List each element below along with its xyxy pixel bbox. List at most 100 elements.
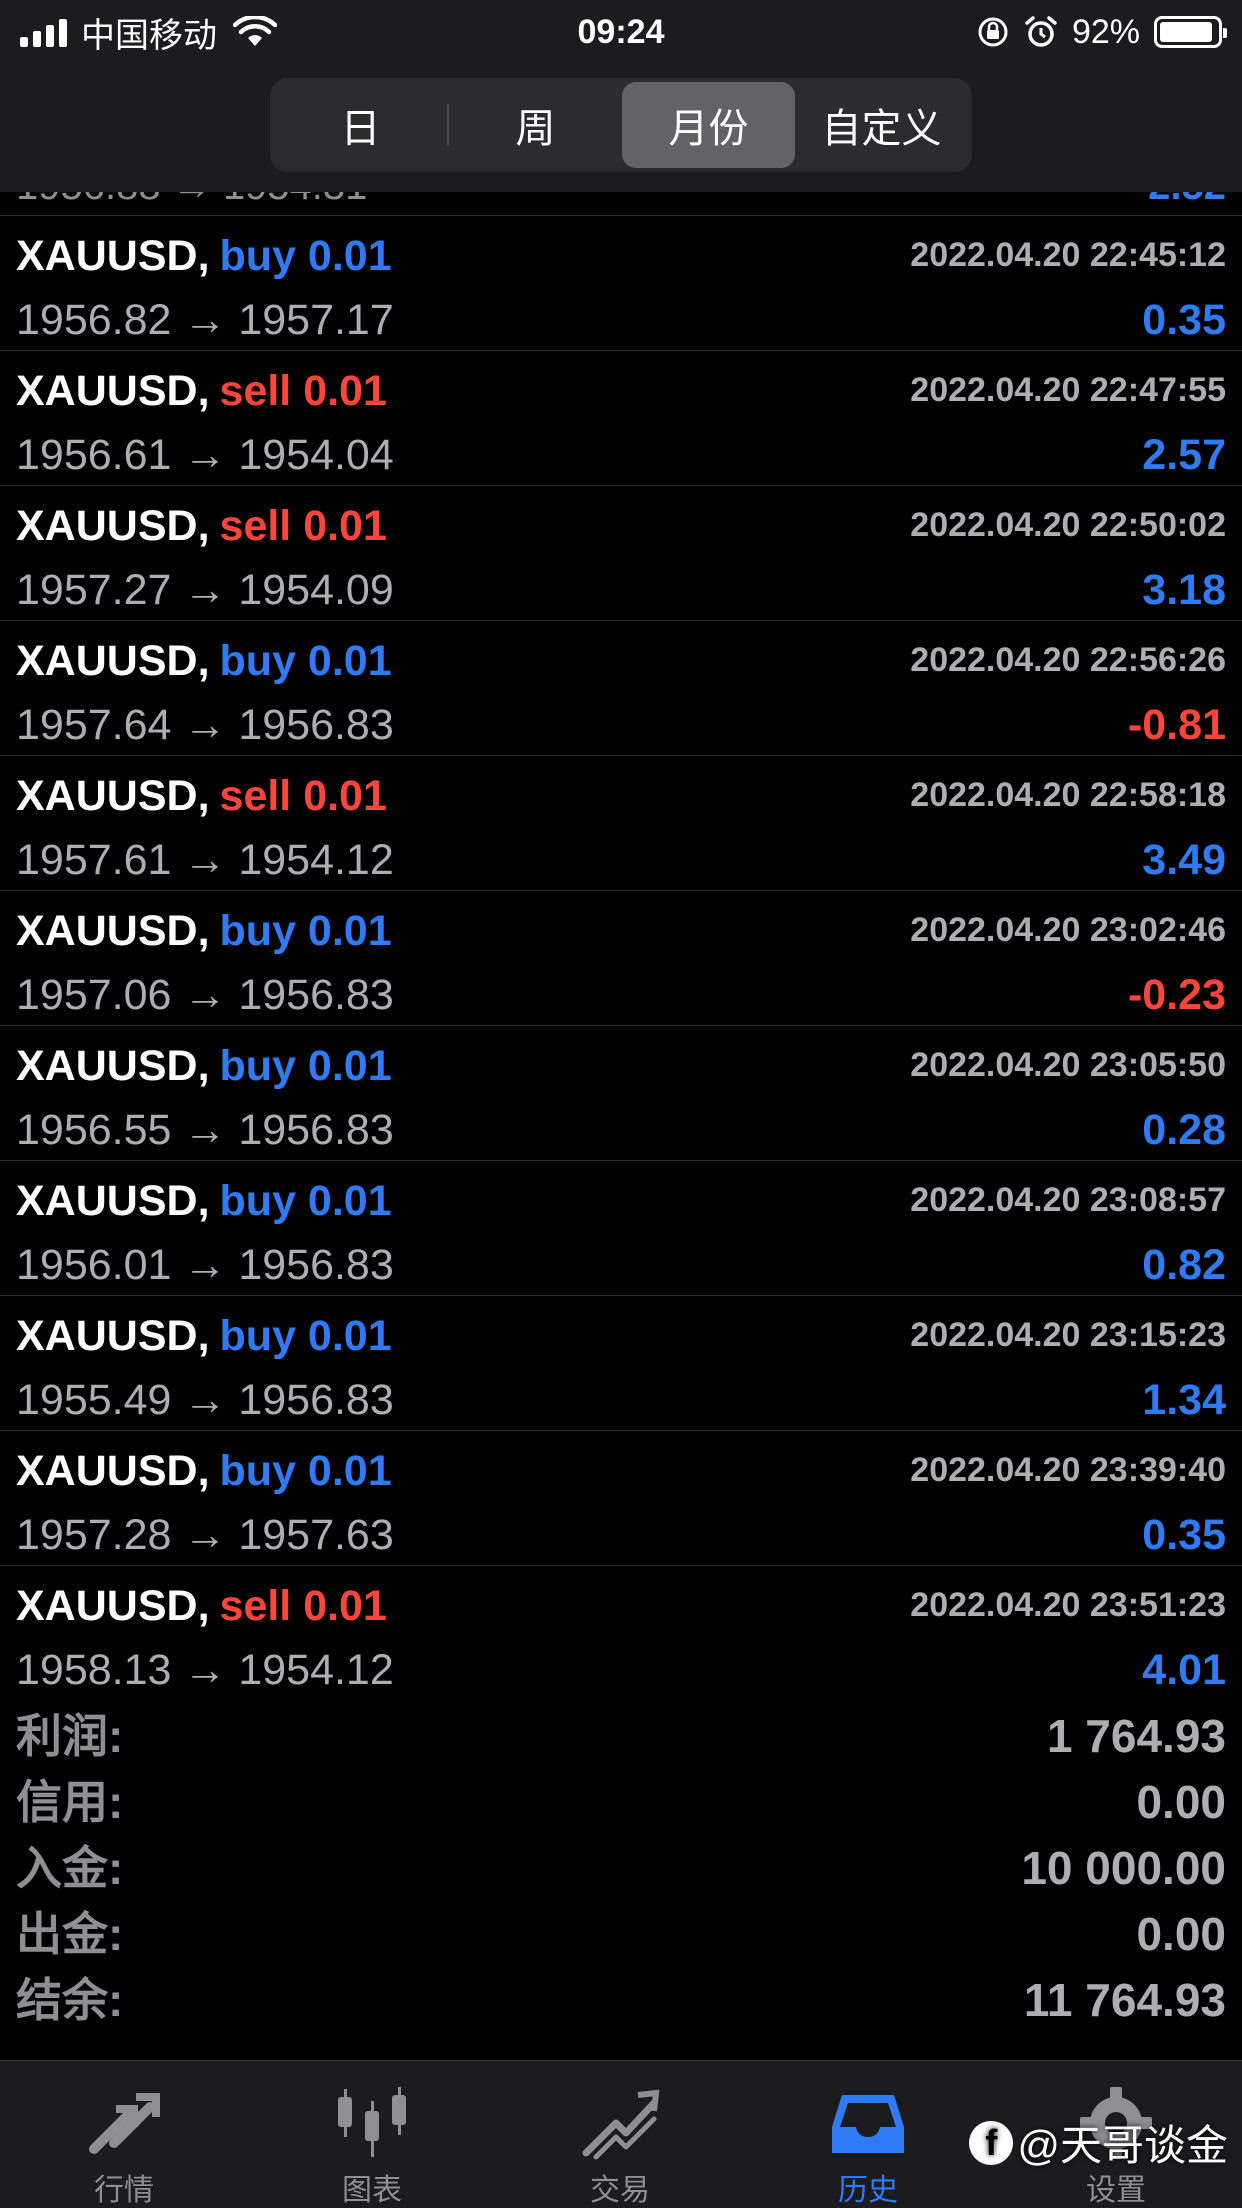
trade-profit: -0.81 [1127, 701, 1226, 749]
status-left: 中国移动 [20, 10, 277, 55]
watermark-text: @天哥谈金 [1017, 2122, 1228, 2169]
list-item-partial[interactable]: 1956.88 → 1954.31 2.52 [0, 192, 1242, 216]
summary-row: 结余: 11 764.93 [0, 1964, 1242, 2030]
trade-title: XAUUSD, buy 0.01 [16, 631, 392, 691]
tab-chart[interactable]: 图表 [248, 2061, 496, 2208]
trade-row[interactable]: XAUUSD, buy 0.01 2022.04.20 23:39:40 1957.2… [0, 1431, 1242, 1566]
wifi-icon [233, 16, 277, 46]
trade-time: 2022.04.20 23:02:46 [910, 911, 1226, 949]
period-segmented-control: 日 周 月份 自定义 [270, 78, 972, 172]
trade-side: buy 0.01 [219, 1312, 392, 1360]
quotes-arrows-icon [89, 2093, 160, 2154]
summary-label: 信用: [16, 1776, 124, 1828]
header: 日 周 月份 自定义 [0, 62, 1242, 192]
summary-value: 11 764.93 [1023, 1974, 1226, 2026]
trade-title: XAUUSD, buy 0.01 [16, 1171, 392, 1231]
trade-symbol: XAUUSD, [16, 1312, 210, 1360]
trade-symbol: XAUUSD, [16, 1447, 210, 1495]
battery-icon [1154, 16, 1227, 48]
trade-time: 2022.04.20 22:56:26 [910, 641, 1226, 679]
summary-row: 利润: 1 764.93 [0, 1700, 1242, 1766]
alarm-icon [1025, 16, 1057, 47]
partial-prices: 1956.88 → 1954.31 [16, 192, 367, 209]
trade-profit: 0.35 [1142, 1511, 1226, 1559]
trade-side: buy 0.01 [219, 1177, 392, 1225]
trade-history-list[interactable]: 1956.88 → 1954.31 2.52 XAUUSD,buy 0.0120… [0, 192, 1242, 1700]
battery-level [1160, 22, 1212, 42]
trade-title: XAUUSD, buy 0.01 [16, 1441, 392, 1501]
account-summary: 利润: 1 764.93 信用: 0.00 入金: 10 000.00 出金: 0.00 结余:… [0, 1700, 1242, 2060]
trade-time: 2022.04.20 23:08:57 [910, 1181, 1226, 1219]
summary-label: 出金: [16, 1908, 124, 1960]
trade-row[interactable]: XAUUSD, sell 0.01 2022.04.20 22:58:18 1957.… [0, 756, 1242, 891]
segment-week[interactable]: 周 [449, 82, 622, 168]
trade-profit: 1.34 [1142, 1376, 1226, 1424]
trade-side: sell 0.01 [219, 367, 387, 415]
trade-row[interactable]: XAUUSD, buy 0.01 2022.04.20 23:15:23 1955.4… [0, 1296, 1242, 1431]
trade-profit: 3.49 [1142, 836, 1226, 884]
tab-label: 交易 [590, 2174, 650, 2207]
tab-trade[interactable]: 交易 [496, 2061, 744, 2208]
segment-month[interactable]: 月份 [622, 82, 795, 168]
trade-symbol: XAUUSD, [16, 907, 210, 955]
trade-time: 2022.04.20 23:39:40 [910, 1451, 1226, 1489]
tab-quotes[interactable]: 行情 [0, 2061, 248, 2208]
trade-symbol: XAUUSD, [16, 1042, 210, 1090]
trade-side: buy 0.01 [219, 1447, 392, 1495]
trade-prices: 1956.82 → 1957.17 [16, 296, 394, 344]
summary-row: 出金: 0.00 [0, 1898, 1242, 1964]
trade-profit: 0.82 [1142, 1241, 1226, 1289]
trade-time: 2022.04.20 22:58:18 [910, 776, 1226, 814]
summary-label: 入金: [16, 1842, 124, 1894]
trade-title: XAUUSD, sell 0.01 [16, 496, 387, 556]
trade-row[interactable]: XAUUSD, buy 0.01 2022.04.20 22:56:26 1957.6… [0, 621, 1242, 756]
tab-history[interactable]: 历史 [744, 2061, 992, 2208]
trade-profit: 0.35 [1142, 296, 1226, 344]
trade-time: 2022.04.20 23:51:23 [910, 1586, 1226, 1624]
segment-day[interactable]: 日 [274, 82, 447, 168]
trade-prices: 1956.55 → 1956.83 [16, 1106, 394, 1154]
trade-row[interactable]: XAUUSD, buy 0.01 2022.04.20 23:05:50 1956.5… [0, 1026, 1242, 1161]
trade-prices: 1957.27 → 1954.09 [16, 566, 394, 614]
trade-side: buy 0.01 [219, 1042, 392, 1090]
watermark: f @天哥谈金 [969, 2112, 1228, 2173]
segment-custom[interactable]: 自定义 [795, 82, 968, 168]
trade-prices: 1957.28 → 1957.63 [16, 1511, 394, 1559]
candlestick-chart-icon [338, 2087, 406, 2157]
trade-title: XAUUSD, sell 0.01 [16, 361, 387, 421]
trade-row[interactable]: XAUUSD, sell 0.01 2022.04.20 23:51:23 1958.… [0, 1566, 1242, 1700]
trade-time: 2022.04.20 23:05:50 [910, 1046, 1226, 1084]
trade-row[interactable]: XAUUSD, buy 0.01 2022.04.20 23:08:57 1956.0… [0, 1161, 1242, 1296]
summary-value: 0.00 [1136, 1908, 1226, 1960]
trade-profit: -0.23 [1127, 971, 1226, 1019]
trade-symbol: XAUUSD, [16, 637, 210, 685]
trade-time: 2022.04.20 23:15:23 [910, 1316, 1226, 1354]
trade-prices: 1957.64 → 1956.83 [16, 701, 394, 749]
trade-side: sell 0.01 [219, 502, 387, 550]
trade-side: sell 0.01 [219, 772, 387, 820]
trade-title: XAUUSD, buy 0.01 [16, 901, 392, 961]
summary-label: 利润: [16, 1710, 124, 1762]
orientation-lock-icon [978, 17, 1008, 47]
summary-row: 信用: 0.00 [0, 1766, 1242, 1832]
trade-symbol: XAUUSD, [16, 232, 210, 280]
tab-label: 历史 [838, 2174, 898, 2207]
trade-side: buy 0.01 [219, 232, 392, 280]
signal-icon [20, 17, 67, 47]
trade-row[interactable]: XAUUSD, buy 0.01 2022.04.20 23:02:46 1957.0… [0, 891, 1242, 1026]
trade-symbol: XAUUSD, [16, 1582, 210, 1630]
trade-profit: 4.01 [1142, 1646, 1226, 1694]
trade-row[interactable]: XAUUSD, sell 0.01 2022.04.20 22:47:55 1956.… [0, 351, 1242, 486]
trade-time: 2022.04.20 22:47:55 [910, 371, 1226, 409]
trade-time: 2022.04.20 22:45:12 [910, 236, 1226, 274]
battery-percent: 92% [1071, 12, 1140, 51]
trade-title: XAUUSD, sell 0.01 [16, 1576, 387, 1636]
trade-prices: 1955.49 → 1956.83 [16, 1376, 394, 1424]
trade-profit: 0.28 [1142, 1106, 1226, 1154]
trade-symbol: XAUUSD, [16, 367, 210, 415]
tab-label: 图表 [342, 2174, 402, 2207]
trade-title: XAUUSD, buy 0.01 [16, 226, 392, 286]
trade-row[interactable]: XAUUSD, buy 0.01 2022.04.20 22:45:12 1956.8… [0, 216, 1242, 351]
tab-label: 行情 [94, 2174, 154, 2207]
trade-row[interactable]: XAUUSD, sell 0.01 2022.04.20 22:50:02 1957.… [0, 486, 1242, 621]
